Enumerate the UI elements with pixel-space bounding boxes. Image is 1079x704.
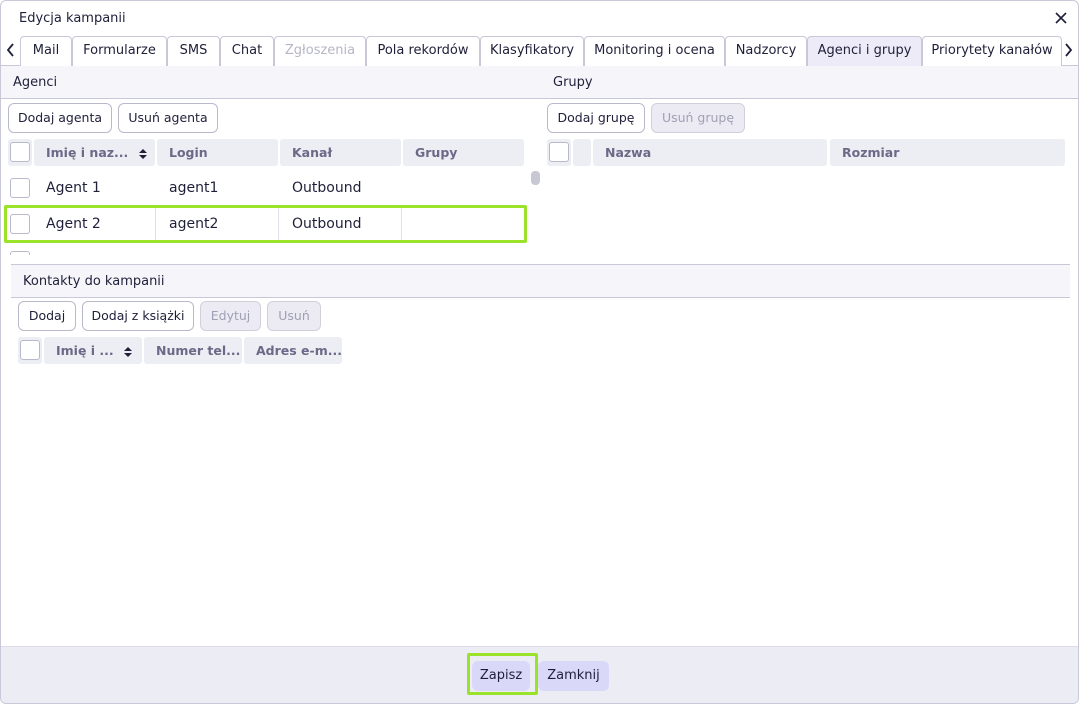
agents-scrollbar[interactable]: [531, 171, 540, 185]
close-button[interactable]: Zamknij: [538, 661, 609, 691]
agents-col-login[interactable]: Login: [157, 139, 278, 166]
sort-icon[interactable]: [124, 346, 133, 357]
groups-col-size[interactable]: Rozmiar: [830, 139, 1065, 166]
remove-agent-button[interactable]: Usuń agenta: [118, 103, 218, 133]
contacts-col-name[interactable]: Imię i ...: [44, 337, 142, 364]
row-checkbox[interactable]: [10, 214, 30, 234]
groups-select-all-cell: [547, 139, 571, 166]
add-contact-button[interactable]: Dodaj: [18, 301, 76, 331]
agent-channel-cell: Outbound: [292, 180, 362, 196]
contacts-select-all-cell: [18, 337, 42, 364]
agent-name-cell: Agent 1: [46, 180, 101, 196]
tab-sms[interactable]: SMS: [167, 36, 220, 66]
contacts-select-all-checkbox[interactable]: [20, 340, 40, 360]
tab-mail[interactable]: Mail: [20, 36, 72, 66]
chevron-right-icon[interactable]: [1061, 41, 1075, 59]
tab-chat[interactable]: Chat: [220, 36, 274, 66]
row-checkbox-partial: [10, 251, 30, 255]
groups-select-all-checkbox[interactable]: [549, 142, 569, 162]
add-agent-button[interactable]: Dodaj agenta: [8, 103, 112, 133]
dialog-title: Edycja kampanii: [19, 11, 126, 26]
agent-name-cell: Agent 2: [36, 207, 156, 241]
sort-icon[interactable]: [138, 148, 147, 159]
agents-col-channel[interactable]: Kanał: [280, 139, 401, 166]
save-button[interactable]: Zapisz: [472, 661, 530, 691]
dialog-footer: Zapisz Zamknij: [1, 646, 1078, 703]
agents-select-all-checkbox[interactable]: [10, 142, 30, 162]
remove-contact-button[interactable]: Usuń: [267, 301, 321, 331]
dialog-titlebar: Edycja kampanii: [1, 1, 1078, 35]
agents-col-name-label: Imię i naz...: [46, 145, 129, 160]
campaign-edit-dialog: Edycja kampanii Mail Formularze SMS Chat…: [0, 0, 1079, 704]
row-checkbox[interactable]: [10, 178, 30, 198]
tab-monitoring-i-ocena[interactable]: Monitoring i ocena: [584, 36, 725, 66]
agents-col-name[interactable]: Imię i naz...: [34, 139, 155, 166]
close-icon[interactable]: [1052, 9, 1070, 27]
chevron-left-icon[interactable]: [4, 41, 18, 59]
contacts-section-header: Kontakty do kampanii: [11, 265, 1070, 298]
agents-select-all-cell: [8, 139, 32, 166]
tab-bar: Mail Formularze SMS Chat Zgłoszenia Pola…: [1, 35, 1078, 66]
groups-col-name[interactable]: Nazwa: [593, 139, 827, 166]
tab-formularze[interactable]: Formularze: [72, 36, 167, 66]
add-from-book-button[interactable]: Dodaj z książki: [82, 301, 194, 331]
agent-login-cell: agent2: [159, 207, 279, 241]
add-group-button[interactable]: Dodaj grupę: [547, 103, 645, 133]
tab-priorytety-kanalow[interactable]: Priorytety kanałów: [922, 36, 1062, 66]
tab-nadzorcy[interactable]: Nadzorcy: [725, 36, 807, 66]
contacts-col-name-label: Imię i ...: [56, 343, 114, 358]
groups-col-spacer: [573, 139, 591, 166]
tab-agenci-i-grupy[interactable]: Agenci i grupy: [807, 36, 922, 66]
remove-group-button[interactable]: Usuń grupę: [651, 103, 745, 133]
agents-section-header: Agenci: [1, 66, 541, 99]
edit-contact-button[interactable]: Edytuj: [200, 301, 261, 331]
agent-login-cell: agent1: [169, 180, 219, 196]
agent-channel-cell: Outbound: [282, 207, 402, 241]
tab-zgloszenia[interactable]: Zgłoszenia: [274, 36, 366, 66]
contacts-col-phone[interactable]: Numer tel...: [144, 337, 242, 364]
groups-section-header: Grupy: [541, 66, 1078, 99]
contacts-col-email[interactable]: Adres e-m...: [244, 337, 342, 364]
agents-col-groups[interactable]: Grupy: [403, 139, 524, 166]
tab-klasyfikatory[interactable]: Klasyfikatory: [480, 36, 584, 66]
tab-pola-rekordow[interactable]: Pola rekordów: [366, 36, 480, 66]
